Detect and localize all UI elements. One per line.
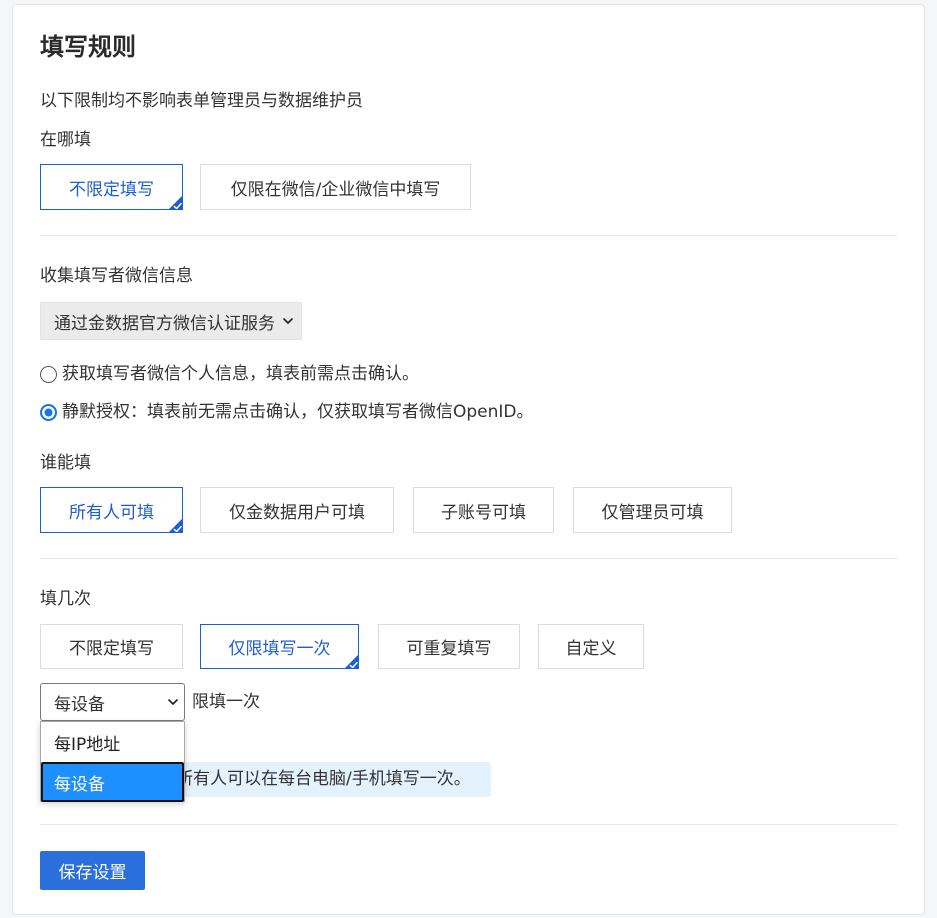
who-label: 谁能填 bbox=[40, 453, 91, 473]
dropdown-option-per-ip[interactable]: 每IP地址 bbox=[41, 722, 184, 762]
check-corner-icon bbox=[169, 519, 182, 532]
who-option-subaccounts[interactable]: 子账号可填 bbox=[413, 487, 554, 533]
option-label: 不限定填写 bbox=[69, 179, 154, 200]
chevron-down-icon bbox=[283, 318, 293, 324]
page-title: 填写规则 bbox=[40, 33, 136, 61]
radio-row-personal-info[interactable]: 获取填写者微信个人信息，填表前需点击确认。 bbox=[40, 362, 440, 386]
limit-scope-select[interactable]: 每设备 bbox=[40, 683, 185, 721]
limit-scope-dropdown: 每IP地址 每设备 bbox=[40, 721, 185, 802]
option-label: 仅限在微信/企业微信中填写 bbox=[230, 179, 441, 200]
option-label: 仅限填写一次 bbox=[228, 639, 331, 659]
chevron-down-icon bbox=[168, 699, 178, 705]
times-option-once[interactable]: 仅限填写一次 bbox=[200, 624, 359, 669]
dropdown-option-per-device[interactable]: 每设备 bbox=[41, 762, 184, 802]
section-divider bbox=[40, 824, 897, 825]
times-label: 填几次 bbox=[40, 589, 91, 609]
who-option-admins-only[interactable]: 仅管理员可填 bbox=[573, 487, 732, 533]
option-label: 自定义 bbox=[565, 639, 617, 659]
wechat-auth-select[interactable]: 通过金数据官方微信认证服务 bbox=[40, 302, 302, 340]
radio-label: 静默授权：填表前无需点击确认，仅获取填写者微信OpenID。 bbox=[62, 402, 534, 422]
who-option-everyone[interactable]: 所有人可填 bbox=[40, 487, 183, 533]
option-label: 可重复填写 bbox=[406, 639, 492, 659]
times-option-repeat[interactable]: 可重复填写 bbox=[378, 624, 520, 669]
rules-note: 以下限制均不影响表单管理员与数据维护员 bbox=[40, 91, 363, 111]
section-divider bbox=[40, 235, 897, 236]
select-value: 每设备 bbox=[54, 694, 105, 715]
check-corner-icon bbox=[345, 655, 358, 668]
save-settings-button[interactable]: 保存设置 bbox=[40, 851, 145, 890]
where-label: 在哪填 bbox=[40, 130, 91, 150]
option-label: 仅管理员可填 bbox=[601, 502, 704, 523]
section-divider bbox=[40, 558, 897, 559]
option-label: 子账号可填 bbox=[441, 502, 526, 523]
where-option-wechat-only[interactable]: 仅限在微信/企业微信中填写 bbox=[200, 164, 471, 210]
radio-label: 获取填写者微信个人信息，填表前需点击确认。 bbox=[62, 364, 419, 384]
option-label: 所有人可填 bbox=[69, 502, 154, 523]
radio-button[interactable] bbox=[40, 366, 57, 383]
limit-info-text: 所有人可以在每台电脑/手机填写一次。 bbox=[176, 769, 471, 789]
wechat-info-label: 收集填写者微信信息 bbox=[40, 266, 193, 286]
who-option-users-only[interactable]: 仅金数据用户可填 bbox=[200, 487, 394, 533]
times-option-custom[interactable]: 自定义 bbox=[538, 624, 644, 669]
check-corner-icon bbox=[169, 196, 182, 209]
option-label: 仅金数据用户可填 bbox=[229, 502, 365, 523]
times-option-unlimited[interactable]: 不限定填写 bbox=[40, 624, 183, 669]
option-label: 不限定填写 bbox=[69, 639, 154, 659]
radio-button[interactable] bbox=[40, 404, 57, 421]
limit-suffix: 限填一次 bbox=[192, 692, 260, 712]
where-option-unlimited[interactable]: 不限定填写 bbox=[40, 164, 183, 210]
radio-row-silent-auth[interactable]: 静默授权：填表前无需点击确认，仅获取填写者微信OpenID。 bbox=[40, 400, 550, 424]
select-value: 通过金数据官方微信认证服务 bbox=[54, 313, 275, 334]
